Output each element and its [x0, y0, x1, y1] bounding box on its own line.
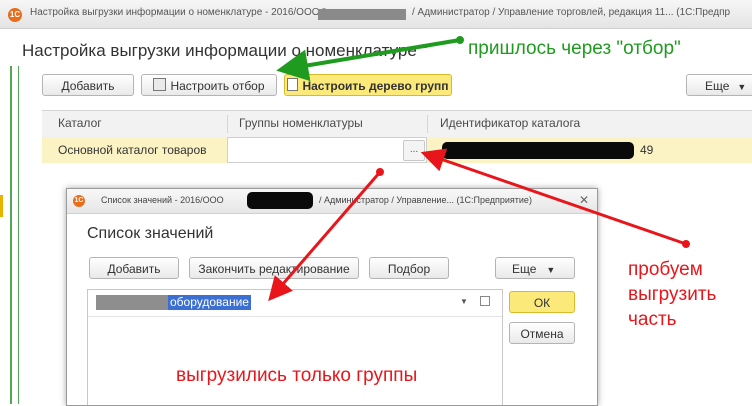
red-annotation-line3: часть	[628, 309, 677, 330]
annotation-arrows	[268, 36, 690, 302]
red-arrow-dot	[376, 168, 384, 176]
red-bottom-annotation: выгрузились только группы	[176, 365, 418, 386]
red-annotation-line1: пробуем	[628, 259, 703, 280]
red-arrow-dot	[682, 240, 690, 248]
green-arrow-dot	[456, 36, 464, 44]
red-arrow-down	[268, 171, 382, 302]
green-arrow	[276, 38, 461, 82]
red-arrow-right	[420, 148, 687, 246]
green-annotation: пришлось через "отбор"	[468, 38, 681, 59]
red-annotation-line2: выгрузить	[628, 284, 717, 305]
